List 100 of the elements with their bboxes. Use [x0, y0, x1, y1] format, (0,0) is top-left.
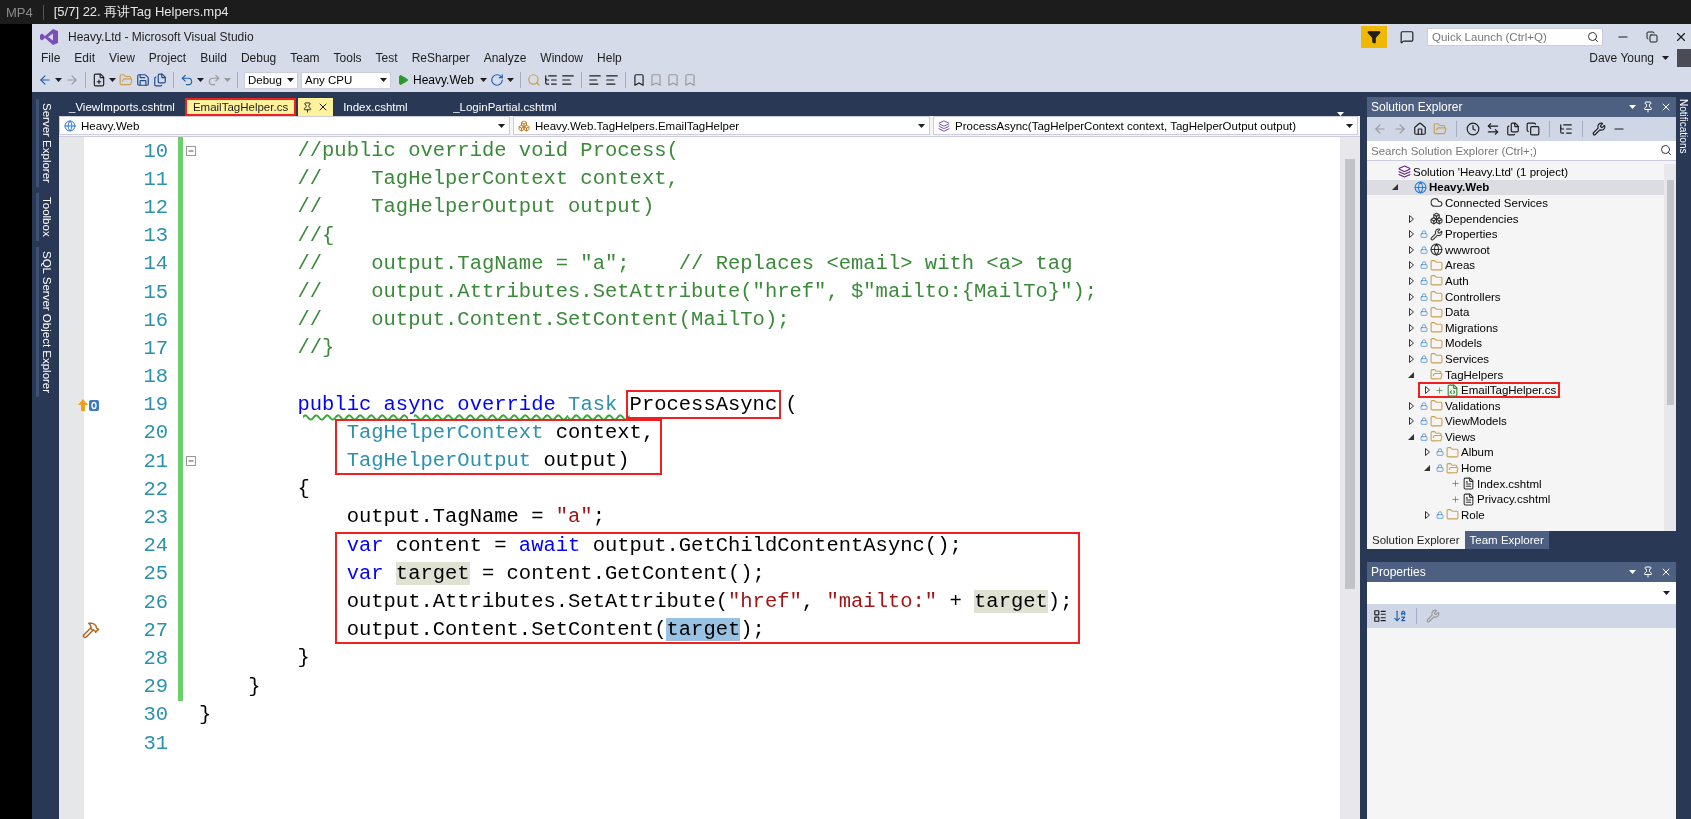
- collapsed-icon[interactable]: [1408, 401, 1414, 410]
- collapse-icon[interactable]: [186, 456, 196, 467]
- hammer-icon[interactable]: [82, 621, 100, 640]
- menu-item[interactable]: Analyze: [476, 51, 534, 65]
- collapsed-icon[interactable]: [1408, 292, 1414, 301]
- navigation-dropdown[interactable]: ProcessAsync(TagHelperContext context, TagHelperOutput output): [933, 116, 1358, 135]
- collapsed-icon[interactable]: [1408, 230, 1414, 239]
- pin-icon[interactable]: [1642, 101, 1654, 113]
- tree-item[interactable]: wwwroot: [1405, 241, 1494, 258]
- uncomment-icon[interactable]: [604, 73, 619, 87]
- tree-item[interactable]: Auth: [1405, 273, 1473, 289]
- tree-item[interactable]: Role: [1421, 507, 1489, 523]
- save-icon[interactable]: [136, 73, 150, 87]
- bookmark-icon[interactable]: [631, 73, 646, 87]
- pin-icon[interactable]: [1642, 566, 1654, 578]
- format-icon[interactable]: [560, 73, 575, 87]
- collapsed-icon[interactable]: [1408, 308, 1414, 317]
- close-icon[interactable]: [1660, 566, 1672, 578]
- tree-item[interactable]: TagHelpers: [1405, 366, 1508, 383]
- menu-item[interactable]: Tools: [326, 51, 369, 65]
- menu-item[interactable]: Test: [368, 51, 405, 65]
- configuration-dropdown[interactable]: Debug: [244, 71, 298, 89]
- tree-item[interactable]: Controllers: [1405, 288, 1505, 305]
- comment-icon[interactable]: [587, 73, 602, 87]
- scroll-thumb[interactable]: [1345, 159, 1355, 589]
- tool-window-tab[interactable]: Server Explorer: [36, 99, 55, 187]
- save-all-icon[interactable]: [153, 73, 167, 87]
- tree-item[interactable]: EmailTagHelper.cs: [1418, 382, 1561, 398]
- tree-item[interactable]: Privacy.cshtml: [1437, 491, 1555, 508]
- expanded-icon[interactable]: [1392, 184, 1398, 191]
- tree-item[interactable]: Solution 'Heavy.Ltd' (1 project): [1373, 164, 1573, 180]
- menu-item[interactable]: Debug: [233, 51, 284, 65]
- collapsed-icon[interactable]: [1408, 417, 1414, 426]
- tree-item[interactable]: Views: [1405, 429, 1480, 445]
- tool-window-tab[interactable]: SQL Server Object Explorer: [36, 246, 55, 397]
- file-tab[interactable]: _LoginPartial.cshtml: [445, 98, 565, 116]
- close-icon[interactable]: [1660, 101, 1672, 113]
- filter-button[interactable]: [1361, 26, 1387, 48]
- tree-item[interactable]: Properties: [1405, 226, 1502, 242]
- collapsed-icon[interactable]: [1408, 276, 1414, 285]
- collapsed-icon[interactable]: [1424, 448, 1430, 457]
- collapsed-icon[interactable]: [1424, 386, 1430, 395]
- file-tab[interactable]: Index.cshtml: [335, 98, 444, 116]
- search-field[interactable]: Search Solution Explorer (Ctrl+;): [1367, 141, 1676, 161]
- collapsed-icon[interactable]: [1408, 339, 1414, 348]
- menu-item[interactable]: Team: [283, 51, 327, 65]
- tree-item[interactable]: Services: [1405, 351, 1494, 367]
- tree-view-icon[interactable]: [1559, 122, 1573, 136]
- scrollbar[interactable]: [1664, 164, 1676, 531]
- quick-launch-field[interactable]: Quick Launch (Ctrl+Q): [1427, 28, 1603, 46]
- files-icon[interactable]: [1506, 122, 1520, 136]
- tree-item[interactable]: Models: [1405, 335, 1487, 352]
- tree-item[interactable]: Album: [1421, 444, 1498, 461]
- hierarchy-icon[interactable]: [543, 73, 558, 87]
- search-icon[interactable]: [1660, 144, 1672, 156]
- menu-item[interactable]: Help: [590, 51, 629, 65]
- tree-item[interactable]: Home: [1421, 460, 1496, 476]
- file-tab[interactable]: _ViewImports.cshtml: [61, 98, 183, 116]
- tree-item[interactable]: Connected Services: [1405, 195, 1552, 211]
- expanded-icon[interactable]: [1424, 465, 1430, 472]
- navigation-dropdown[interactable]: Heavy.Web.TagHelpers.EmailTagHelper: [513, 116, 930, 135]
- wrench-icon[interactable]: [1592, 122, 1606, 136]
- pin-icon[interactable]: [302, 101, 314, 113]
- copy-icon[interactable]: [1526, 122, 1540, 136]
- collapsed-icon[interactable]: [1424, 510, 1430, 519]
- collapsed-icon[interactable]: [1408, 261, 1414, 270]
- sort-icon[interactable]: [1393, 609, 1407, 623]
- tree-item[interactable]: Validations: [1405, 397, 1505, 414]
- platform-dropdown[interactable]: Any CPU: [301, 71, 391, 89]
- menu-item[interactable]: Project: [141, 51, 194, 65]
- tree-item[interactable]: Data: [1405, 304, 1474, 320]
- menu-item[interactable]: View: [102, 51, 142, 65]
- collapse-icon[interactable]: [186, 146, 196, 157]
- file-tab[interactable]: EmailTagHelper.cs: [184, 98, 297, 116]
- panel-tab[interactable]: Team Explorer: [1464, 531, 1549, 549]
- run-button[interactable]: Heavy.Web: [394, 73, 477, 87]
- tree-item[interactable]: Index.cshtml: [1437, 475, 1546, 492]
- menu-item[interactable]: Build: [193, 51, 234, 65]
- tree-item[interactable]: Migrations: [1405, 319, 1503, 336]
- tree-item[interactable]: Areas: [1405, 257, 1480, 274]
- expanded-icon[interactable]: [1408, 371, 1414, 378]
- expanded-icon[interactable]: [1408, 433, 1414, 440]
- scrollbar[interactable]: [1340, 137, 1360, 819]
- undo-icon[interactable]: [180, 73, 194, 87]
- menu-item[interactable]: Edit: [67, 51, 103, 65]
- search-icon[interactable]: [1587, 31, 1599, 43]
- tree-item[interactable]: Dependencies: [1405, 210, 1523, 227]
- collapsed-icon[interactable]: [1408, 323, 1414, 332]
- new-item-icon[interactable]: [92, 73, 106, 87]
- panel-tab[interactable]: Solution Explorer: [1367, 531, 1465, 549]
- menu-item[interactable]: Window: [533, 51, 591, 65]
- collapsed-icon[interactable]: [1408, 214, 1414, 223]
- menu-item[interactable]: File: [34, 51, 68, 65]
- collapsed-icon[interactable]: [1408, 354, 1414, 363]
- refresh-icon[interactable]: [489, 73, 504, 87]
- history-icon[interactable]: [1466, 122, 1480, 136]
- back-icon[interactable]: [38, 73, 52, 87]
- tool-window-tab[interactable]: Notifications: [1678, 99, 1689, 154]
- user-name[interactable]: Dave Young: [1589, 51, 1654, 65]
- categorized-icon[interactable]: [1373, 609, 1387, 623]
